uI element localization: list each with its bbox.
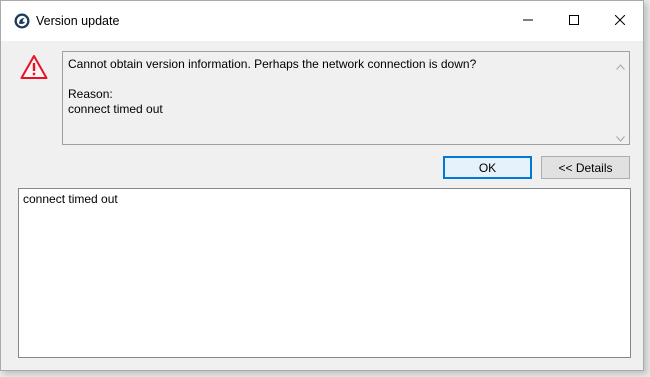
- minimize-button[interactable]: [505, 1, 551, 41]
- message-box[interactable]: Cannot obtain version information. Perha…: [62, 51, 630, 145]
- window-title: Version update: [36, 14, 120, 28]
- message-spacer: [68, 72, 608, 87]
- details-toggle-button[interactable]: << Details: [541, 156, 630, 179]
- message-line: Cannot obtain version information. Perha…: [68, 57, 477, 71]
- minimize-icon: [523, 14, 533, 28]
- ok-button[interactable]: OK: [443, 156, 532, 179]
- maximize-button[interactable]: [551, 1, 597, 41]
- close-button[interactable]: [597, 1, 643, 41]
- maximize-icon: [569, 14, 579, 28]
- message-scrollbar[interactable]: [612, 52, 629, 144]
- scroll-down-icon[interactable]: [616, 131, 625, 142]
- message-text: Cannot obtain version information. Perha…: [68, 57, 608, 117]
- title-bar[interactable]: Version update: [1, 1, 643, 41]
- app-icon: [14, 13, 30, 29]
- details-textarea[interactable]: connect timed out: [18, 188, 631, 358]
- reason-text: connect timed out: [68, 102, 163, 116]
- warning-icon: [20, 54, 48, 80]
- details-text: connect timed out: [23, 192, 118, 206]
- version-update-dialog: Version update Cannot obtain version inf…: [0, 0, 644, 371]
- reason-label: Reason:: [68, 87, 113, 101]
- close-icon: [614, 14, 626, 28]
- scroll-up-icon[interactable]: [616, 59, 625, 70]
